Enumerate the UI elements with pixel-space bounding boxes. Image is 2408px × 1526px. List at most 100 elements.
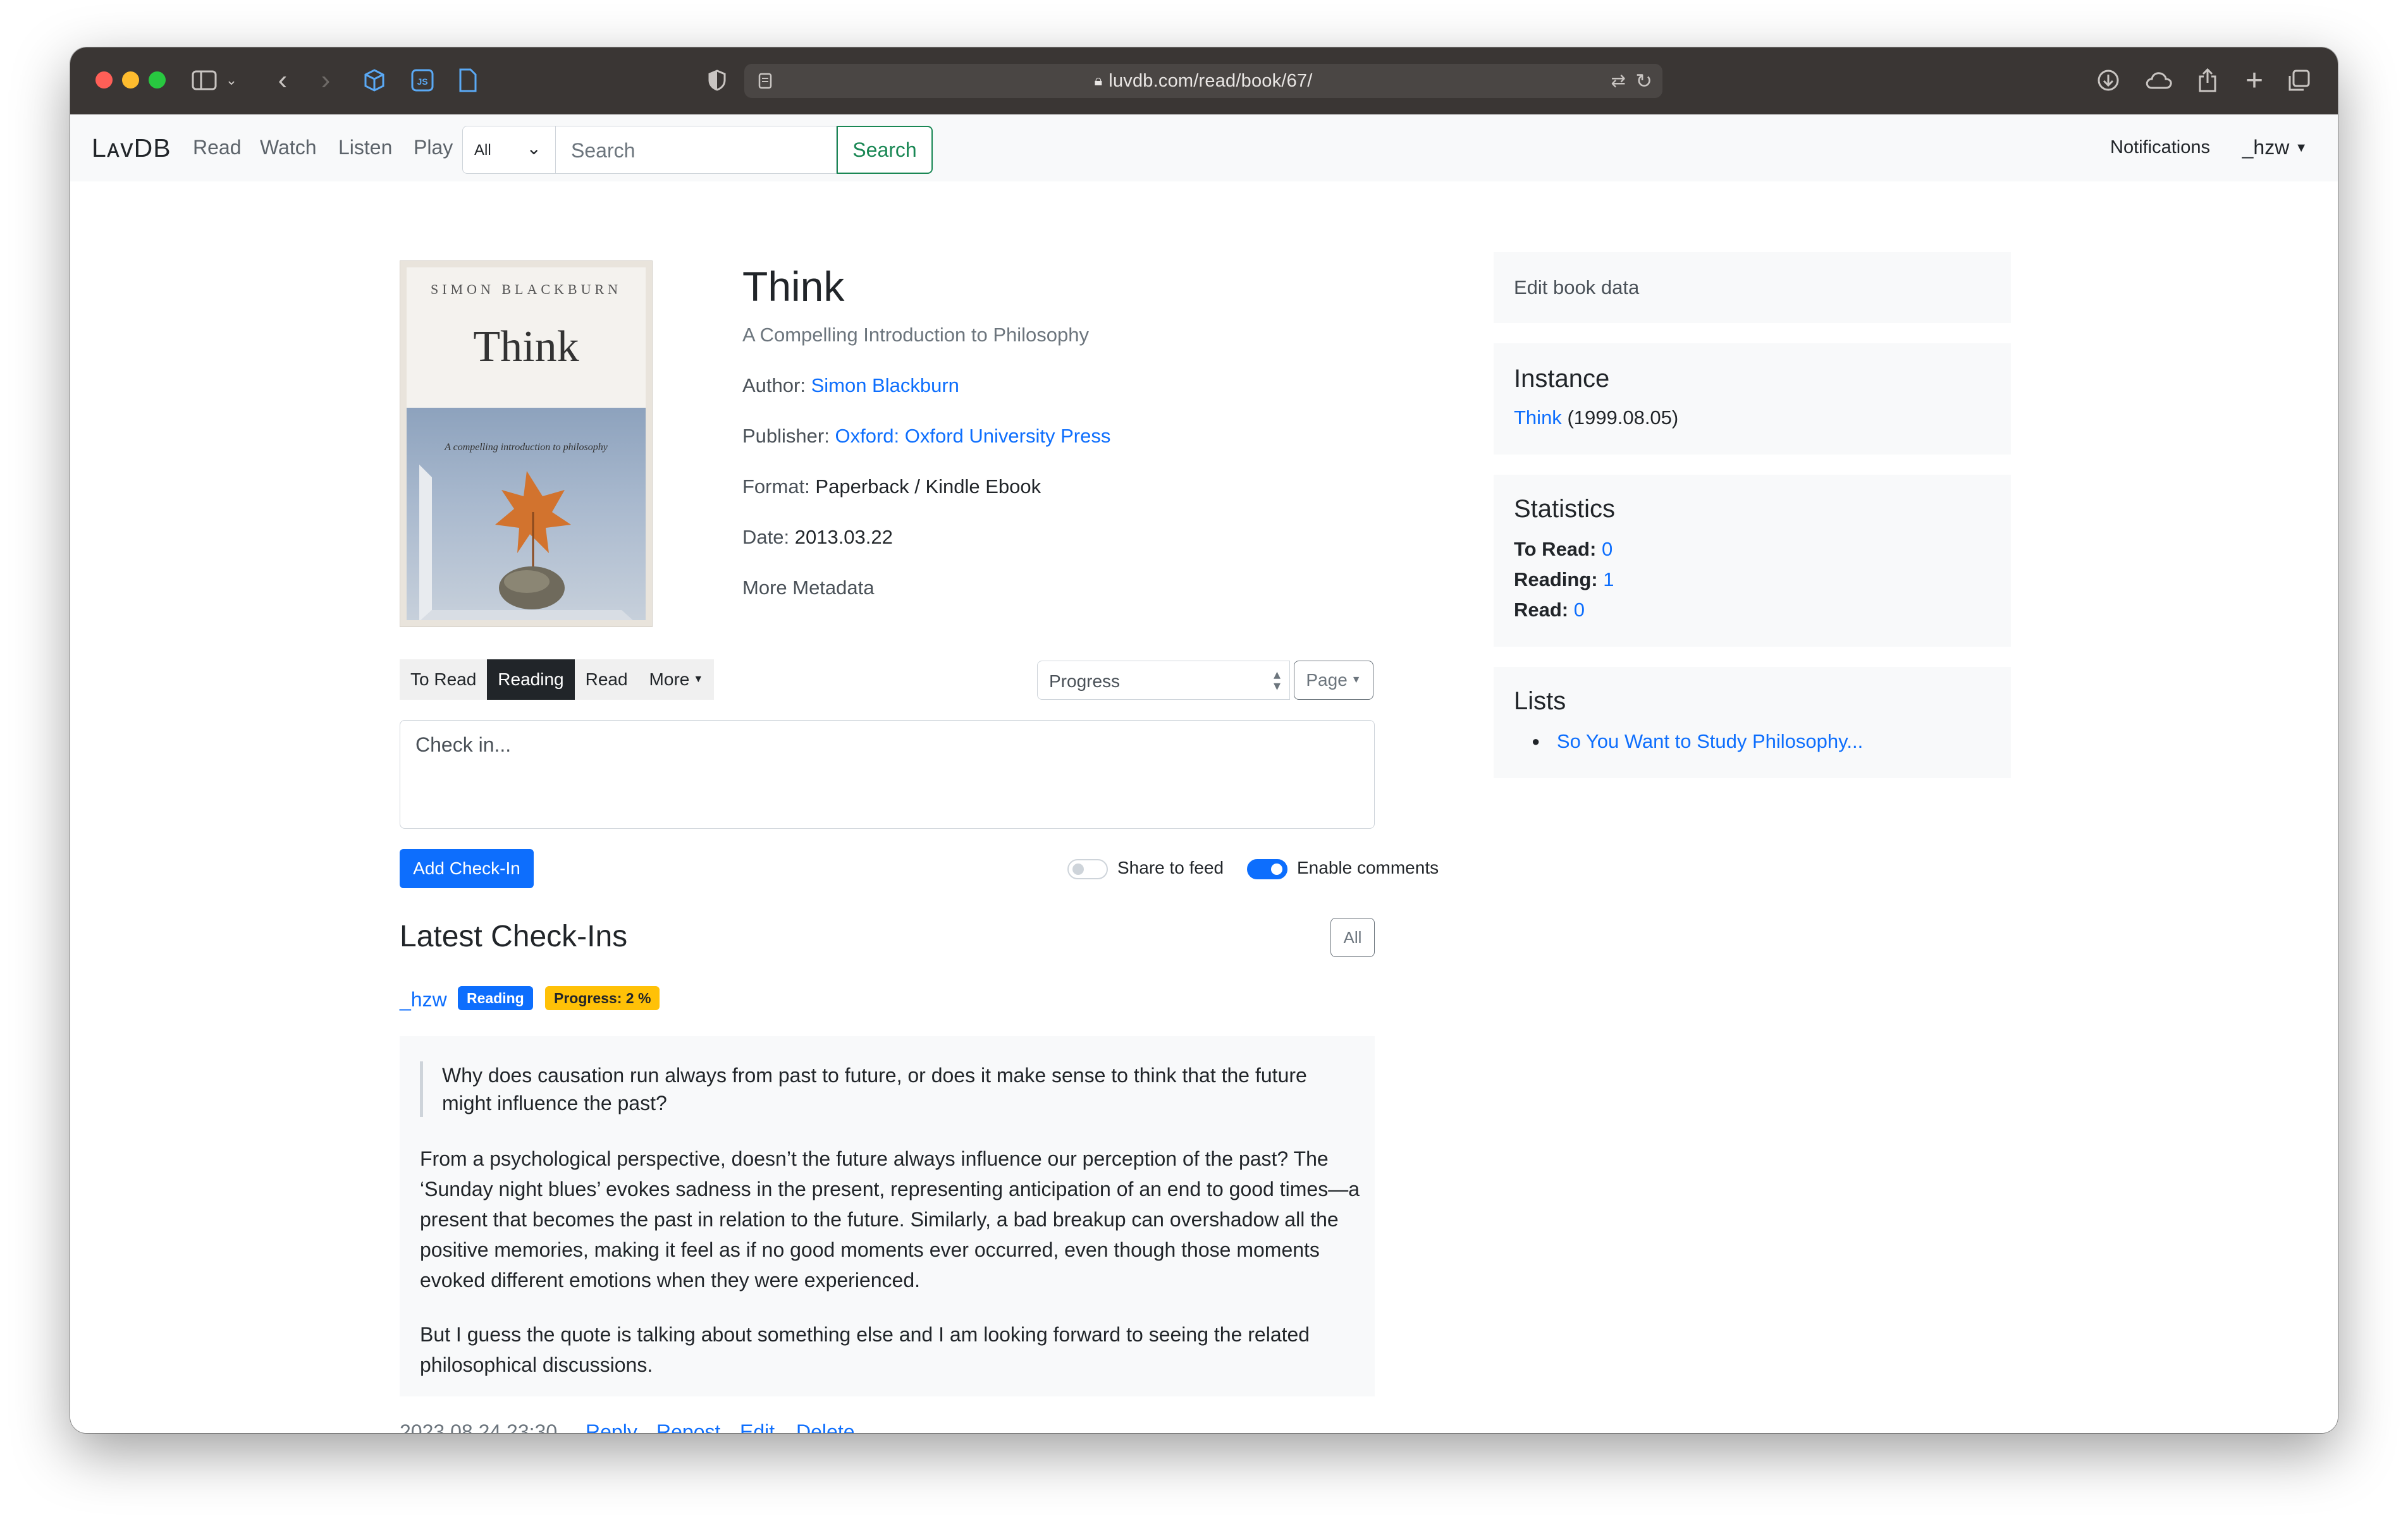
new-tab-icon[interactable]: + — [2240, 64, 2268, 97]
format-line: Format: Paperback / Kindle Ebook — [742, 475, 1041, 498]
nav-link-read[interactable]: Read — [193, 136, 242, 159]
reload-icon[interactable]: ↻ — [1635, 69, 1652, 93]
lists-heading: Lists — [1514, 687, 1566, 715]
caret-down-icon: ▼ — [2295, 141, 2307, 155]
instance-date: (1999.08.05) — [1567, 406, 1679, 429]
instance-heading: Instance — [1514, 365, 1610, 393]
minimize-window-button[interactable] — [122, 71, 139, 89]
chevron-down-icon: ⌄ — [526, 138, 541, 158]
progress-input[interactable]: Progress ▴ ▾ — [1037, 661, 1290, 700]
caret-down-icon: ▼ — [1351, 674, 1361, 685]
delete-link[interactable]: Delete — [796, 1420, 855, 1433]
checkin-content: Why does causation run always from past … — [400, 1036, 1375, 1396]
zoom-window-button[interactable] — [149, 71, 166, 89]
user-name: _hzw — [2242, 136, 2290, 159]
nav-link-watch[interactable]: Watch — [260, 136, 317, 159]
forward-arrow-icon[interactable]: › — [313, 64, 338, 97]
stat-label: Reading: — [1514, 568, 1598, 590]
format-label: Format: — [742, 475, 810, 497]
list-item: ● So You Want to Study Philosophy... — [1532, 730, 1863, 753]
list-link[interactable]: So You Want to Study Philosophy... — [1557, 730, 1863, 752]
cover-title: Think — [473, 322, 579, 371]
page-content: SIMON BLACKBURN Think A compelling intro… — [70, 181, 2338, 1433]
svg-text:JS: JS — [417, 76, 427, 87]
nav-link-listen[interactable]: Listen — [338, 136, 392, 159]
nav-link-play[interactable]: Play — [414, 136, 453, 159]
checkin-quote: Why does causation run always from past … — [420, 1061, 1343, 1117]
author-link[interactable]: Simon Blackburn — [811, 374, 959, 396]
checkin-textarea[interactable]: Check in... — [400, 720, 1375, 829]
progress-unit-dropdown[interactable]: Page ▼ — [1294, 661, 1373, 700]
stat-label: To Read: — [1514, 538, 1597, 560]
chevron-down-icon[interactable]: ⌄ — [222, 64, 241, 97]
reply-link[interactable]: Reply — [586, 1420, 637, 1433]
status-reading-button[interactable]: Reading — [487, 659, 575, 700]
statistics-heading: Statistics — [1514, 495, 1616, 523]
stat-reading: Reading: 1 — [1514, 568, 1614, 591]
search-button[interactable]: Search — [837, 126, 933, 174]
instance-link[interactable]: Think — [1514, 406, 1562, 429]
share-icon[interactable] — [2194, 64, 2221, 97]
checkin-paragraph-2: But I guess the quote is talking about s… — [420, 1323, 1310, 1376]
book-subtitle: A Compelling Introduction to Philosophy — [742, 324, 1089, 346]
downloads-icon[interactable] — [2094, 64, 2123, 97]
progress-placeholder: Progress — [1049, 671, 1121, 691]
status-more-label: More — [649, 669, 690, 689]
stat-value-link[interactable]: 0 — [1602, 538, 1612, 560]
edit-book-card: Edit book data — [1494, 252, 2011, 323]
site-brand[interactable]: LᴀᴠDB — [92, 133, 171, 163]
sidebar-toggle-icon[interactable] — [189, 64, 219, 97]
status-read-button[interactable]: Read — [575, 659, 639, 700]
repost-link[interactable]: Repost — [656, 1420, 720, 1433]
share-to-feed-toggle[interactable] — [1067, 859, 1108, 879]
screen: ⌄ ‹ › JS 🔒︎ luvdb.com/read/book/67/ ⇄ ↻ … — [0, 0, 2408, 1526]
user-menu[interactable]: _hzw ▼ — [2242, 136, 2307, 159]
extension-cube-icon[interactable] — [359, 64, 390, 97]
stat-value-link[interactable]: 0 — [1574, 599, 1585, 621]
search-form: All ⌄ Search Search — [462, 126, 933, 174]
share-to-feed-label: Share to feed — [1117, 858, 1224, 877]
publisher-label: Publisher: — [742, 425, 830, 447]
author-line: Author: Simon Blackburn — [742, 374, 959, 397]
search-scope-select[interactable]: All ⌄ — [462, 126, 556, 174]
stat-to-read: To Read: 0 — [1514, 538, 1612, 561]
js-extension-icon[interactable]: JS — [407, 64, 438, 97]
address-bar[interactable]: 🔒︎ luvdb.com/read/book/67/ ⇄ ↻ — [744, 64, 1662, 98]
caret-down-icon: ▼ — [693, 674, 704, 685]
checkin-user-link[interactable]: _hzw — [400, 988, 447, 1011]
back-arrow-icon[interactable]: ‹ — [270, 64, 295, 97]
edit-book-link[interactable]: Edit book data — [1514, 276, 1639, 299]
bullet-icon: ● — [1532, 733, 1540, 749]
status-badge: Reading — [458, 986, 533, 1010]
instance-card: Instance Think (1999.08.05) — [1494, 343, 2011, 455]
translate-icon[interactable]: ⇄ — [1611, 70, 1626, 91]
date-value: 2013.03.22 — [794, 526, 893, 548]
all-checkins-button[interactable]: All — [1330, 918, 1375, 957]
publisher-link[interactable]: Oxford: Oxford University Press — [835, 425, 1110, 447]
search-input[interactable]: Search — [556, 126, 837, 174]
more-metadata-toggle[interactable]: More Metadata — [742, 577, 875, 599]
enable-comments-label: Enable comments — [1297, 858, 1439, 877]
document-extension-icon[interactable] — [453, 64, 482, 97]
statistics-card: Statistics To Read: 0 Reading: 1 Read: 0 — [1494, 475, 2011, 647]
stat-label: Read: — [1514, 599, 1569, 621]
stepper-arrows-icon[interactable]: ▴ ▾ — [1274, 668, 1281, 693]
cover-leaf-stone-illustration — [419, 465, 633, 620]
cover-author: SIMON BLACKBURN — [430, 281, 622, 297]
progress-unit-label: Page — [1306, 670, 1348, 690]
close-window-button[interactable] — [95, 71, 113, 89]
site-navbar: LᴀᴠDB Read Watch Listen Play All ⌄ Searc… — [70, 114, 2338, 181]
edit-link[interactable]: Edit — [740, 1420, 775, 1433]
page-menu-icon[interactable] — [756, 71, 775, 90]
notifications-link[interactable]: Notifications — [2110, 137, 2210, 158]
stat-value-link[interactable]: 1 — [1603, 568, 1614, 590]
status-more-dropdown[interactable]: More ▼ — [639, 659, 715, 700]
privacy-shield-icon[interactable] — [703, 64, 732, 97]
add-checkin-button[interactable]: Add Check-In — [400, 849, 534, 888]
enable-comments-toggle[interactable] — [1247, 859, 1287, 879]
instance-line: Think (1999.08.05) — [1514, 406, 1678, 429]
tab-overview-icon[interactable] — [2285, 64, 2314, 97]
lists-card: Lists ● So You Want to Study Philosophy.… — [1494, 667, 2011, 778]
icloud-icon[interactable] — [2142, 64, 2176, 97]
status-to-read-button[interactable]: To Read — [400, 659, 487, 700]
